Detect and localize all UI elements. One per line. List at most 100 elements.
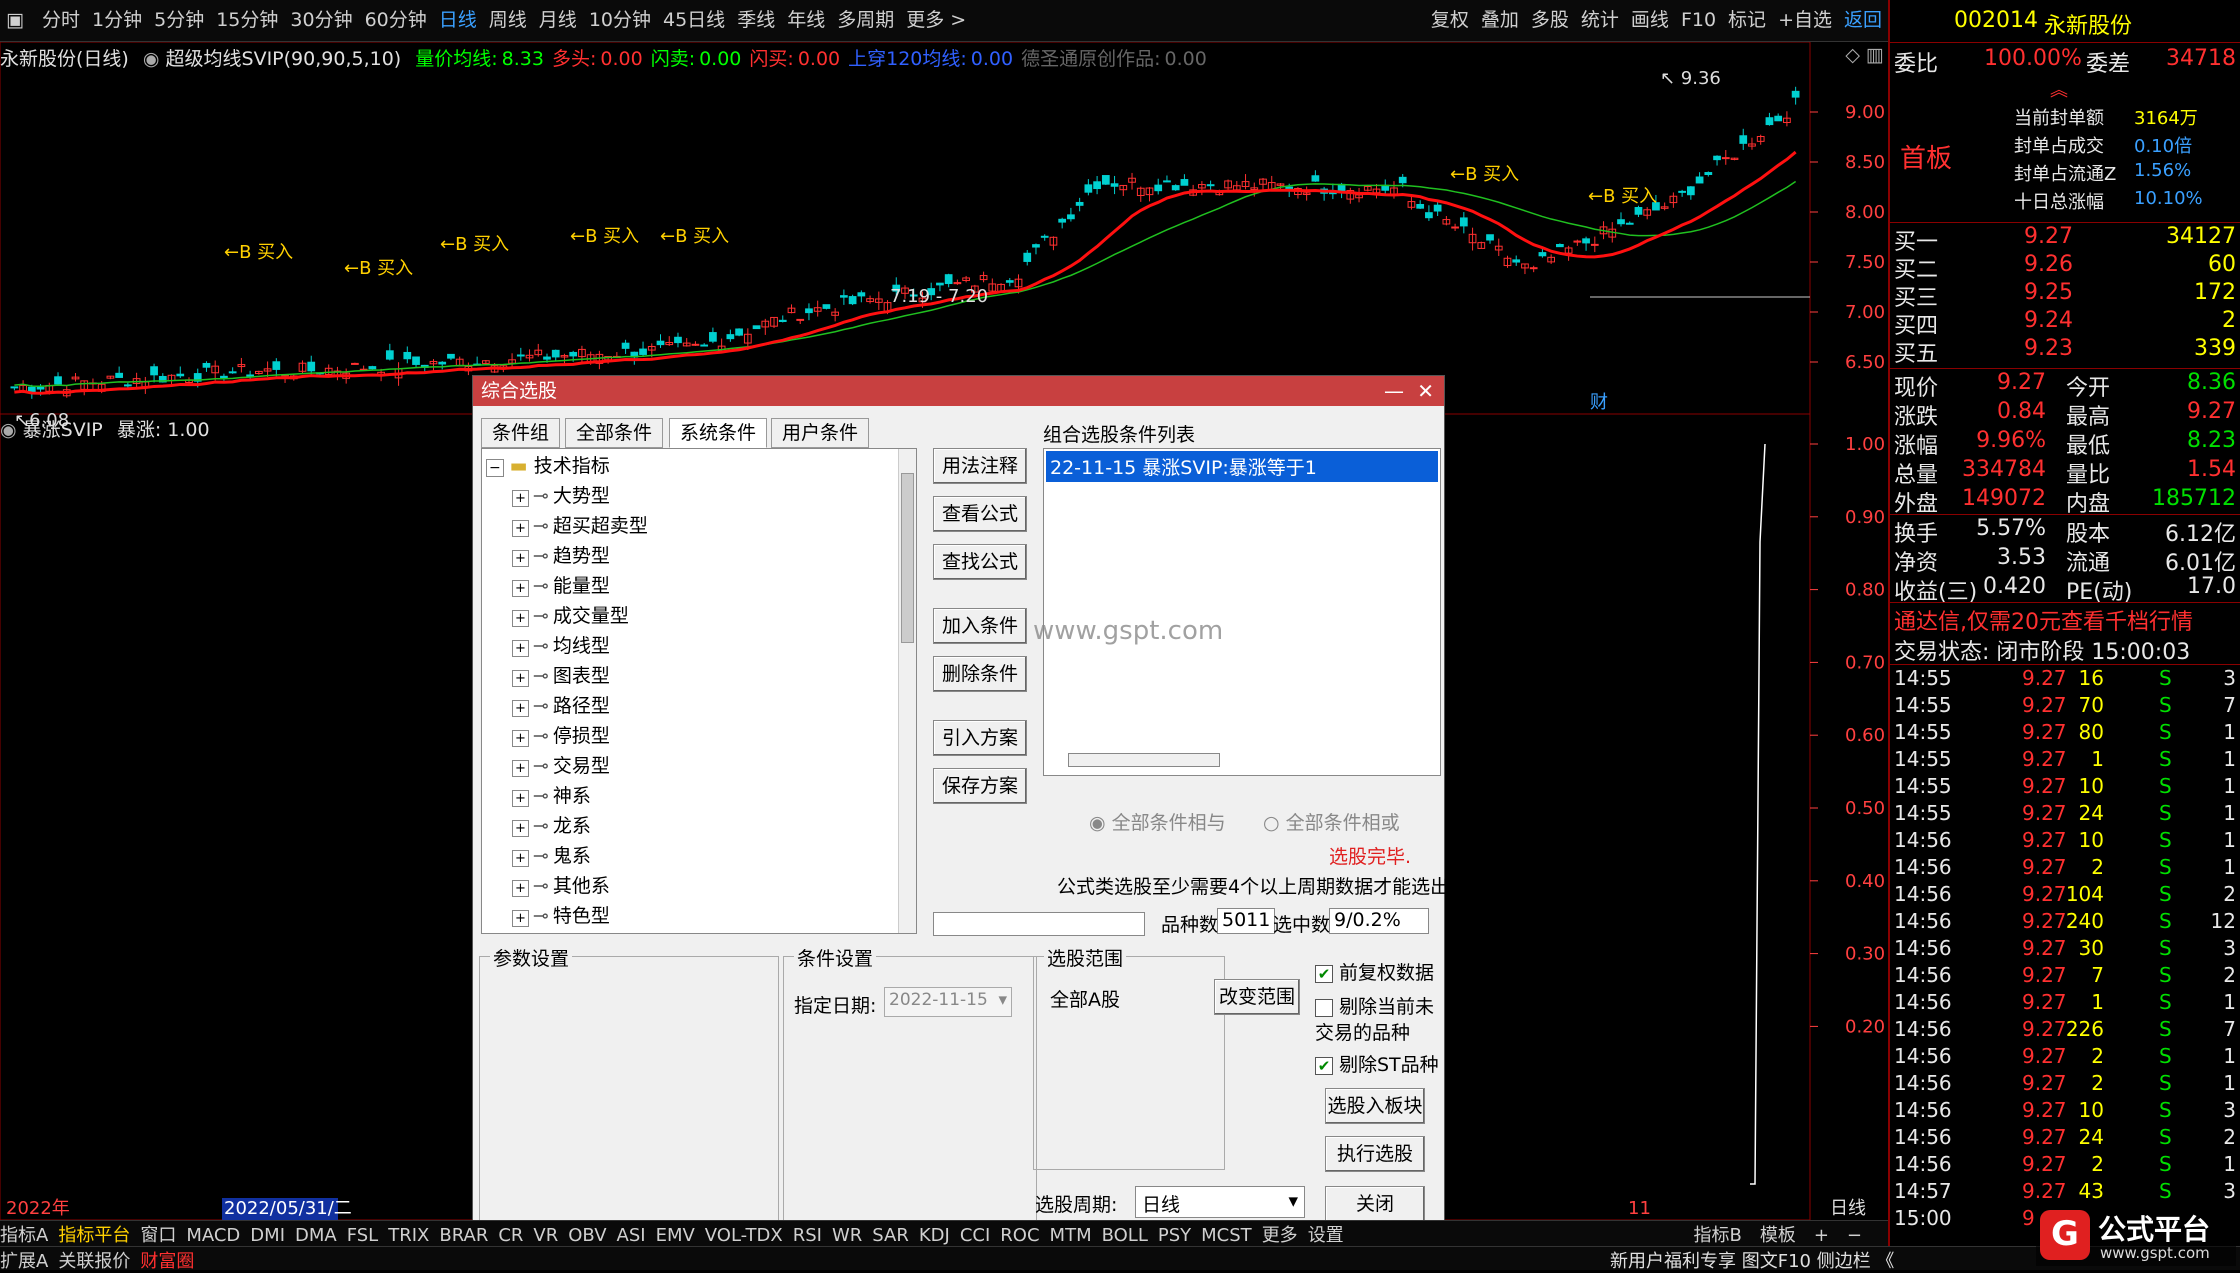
extension-tab[interactable]: 关联报价: [58, 1251, 130, 1272]
indicator-tab[interactable]: BOLL: [1102, 1225, 1148, 1246]
checkbox-checked-icon[interactable]: ✔: [1315, 964, 1333, 983]
indicator-tab[interactable]: RSI: [793, 1225, 822, 1246]
dialog-titlebar[interactable]: 综合选股 — ✕: [473, 376, 1444, 406]
radio-or[interactable]: ○ 全部条件相或: [1263, 808, 1400, 835]
condition-item[interactable]: 22-11-15 暴涨SVIP:暴涨等于1: [1046, 451, 1438, 482]
tree-node[interactable]: + ⊸ 均线型: [512, 631, 610, 661]
toolbar-button[interactable]: 标记: [1722, 0, 1772, 40]
toolbar-button[interactable]: 叠加: [1475, 0, 1525, 40]
dialog-tab[interactable]: 系统条件: [669, 418, 768, 448]
bid-row[interactable]: 买三 9.25 172: [1894, 280, 2236, 311]
toolbar-button[interactable]: 复权: [1425, 0, 1475, 40]
indicator-tab[interactable]: CR: [498, 1225, 523, 1246]
scroll-thumb[interactable]: [901, 473, 914, 643]
indicator-tab[interactable]: DMA: [295, 1225, 337, 1246]
list-hscroll[interactable]: [1068, 753, 1220, 767]
dialog-action-button[interactable]: 查看公式: [933, 496, 1027, 532]
chk-exclude-st[interactable]: ✔ 剔除ST品种: [1315, 1050, 1439, 1077]
period-tab[interactable]: 5分钟: [148, 0, 210, 40]
tree-root[interactable]: − ▬ 技术指标: [486, 451, 610, 481]
menu-icon[interactable]: ▣: [0, 0, 30, 40]
indicator-tab[interactable]: WR: [832, 1225, 862, 1246]
expand-node-icon[interactable]: +: [512, 910, 529, 927]
expand-icon[interactable]: ︽: [2050, 76, 2068, 102]
tree-node[interactable]: + ⊸ 神系: [512, 781, 591, 811]
checkbox-unchecked-icon[interactable]: [1315, 998, 1333, 1017]
toolbar-button[interactable]: +自选: [1772, 0, 1838, 40]
toolbar-button[interactable]: 多股: [1525, 0, 1575, 40]
period-tab[interactable]: 15分钟: [210, 0, 284, 40]
period-tab[interactable]: 季线: [731, 0, 781, 40]
period-tab[interactable]: 1分钟: [86, 0, 148, 40]
expand-node-icon[interactable]: +: [512, 790, 529, 807]
tree-node[interactable]: + ⊸ 特色型: [512, 901, 610, 931]
indicator-tab[interactable]: OBV: [568, 1225, 606, 1246]
tree-node[interactable]: + ⊸ 其他系: [512, 871, 610, 901]
tree-node[interactable]: + ⊸ 图表型: [512, 661, 610, 691]
sub-indicator-name[interactable]: 暴涨SVIP: [23, 419, 103, 441]
period-tab[interactable]: 分时: [36, 0, 86, 40]
ad-row[interactable]: 通达信,仅需20元查看千档行情: [1894, 604, 2236, 635]
indicator-tab[interactable]: PSY: [1158, 1225, 1191, 1246]
template-tab[interactable]: +: [1814, 1225, 1829, 1246]
chk-exclude-untraded[interactable]: 剔除当前未交易的品种: [1315, 994, 1445, 1046]
bid-row[interactable]: 买二 9.26 60: [1894, 252, 2236, 283]
sub-toggle-icon[interactable]: ◉: [0, 419, 17, 441]
period-tab[interactable]: 更多 >: [900, 0, 972, 40]
to-block-button[interactable]: 选股入板块: [1325, 1088, 1425, 1124]
execute-button[interactable]: 执行选股: [1325, 1136, 1425, 1172]
dialog-tab[interactable]: 用户条件: [771, 418, 870, 448]
toolbar-button[interactable]: F10: [1675, 0, 1722, 40]
dialog-action-button[interactable]: 引入方案: [933, 720, 1027, 756]
expand-node-icon[interactable]: +: [512, 550, 529, 567]
template-tab[interactable]: 模板: [1760, 1225, 1796, 1246]
extension-tab[interactable]: 扩展A: [0, 1251, 48, 1272]
period-tab[interactable]: 月线: [533, 0, 583, 40]
promo-links[interactable]: 新用户福利专享 图文F10 侧边栏 《: [1610, 1247, 1894, 1273]
expand-node-icon[interactable]: +: [512, 880, 529, 897]
expand-node-icon[interactable]: +: [512, 730, 529, 747]
expand-node-icon[interactable]: +: [512, 580, 529, 597]
expand-node-icon[interactable]: +: [512, 670, 529, 687]
indicator-tab[interactable]: VR: [533, 1225, 558, 1246]
indicator-tab[interactable]: MACD: [186, 1225, 240, 1246]
expand-node-icon[interactable]: +: [512, 850, 529, 867]
period-tab[interactable]: 多周期: [831, 0, 900, 40]
dialog-action-button[interactable]: 保存方案: [933, 768, 1027, 804]
indicator-tab[interactable]: MTM: [1050, 1225, 1092, 1246]
expand-node-icon[interactable]: +: [512, 640, 529, 657]
indicator-tab[interactable]: 指标A: [0, 1225, 48, 1246]
indicator-tree[interactable]: − ▬ 技术指标 + ⊸ 大势型 + ⊸ 超买超卖型 + ⊸ 趋势型 + ⊸ 能量型 + ⊸ 成交量型 + ⊸ 均…: [481, 448, 917, 934]
indicator-tab[interactable]: FSL: [347, 1225, 379, 1246]
template-tab[interactable]: −: [1847, 1225, 1862, 1246]
dialog-action-button[interactable]: 删除条件: [933, 656, 1027, 692]
toolbar-button[interactable]: 返回: [1838, 0, 1888, 40]
tree-node[interactable]: + ⊸ 停损型: [512, 721, 610, 751]
expand-node-icon[interactable]: +: [512, 610, 529, 627]
period-tab[interactable]: 30分钟: [284, 0, 358, 40]
collapse-icon[interactable]: −: [486, 459, 504, 477]
period-tab[interactable]: 10分钟: [583, 0, 657, 40]
period-select[interactable]: 日线 ▾: [1135, 1186, 1305, 1218]
indicator-tab[interactable]: MCST: [1201, 1225, 1252, 1246]
indicator-tab[interactable]: KDJ: [919, 1225, 950, 1246]
condition-list[interactable]: 22-11-15 暴涨SVIP:暴涨等于1: [1043, 448, 1441, 776]
indicator-tab[interactable]: ROC: [1000, 1225, 1039, 1246]
dialog-tab[interactable]: 条件组: [481, 418, 561, 448]
radio-and[interactable]: ◉ 全部条件相与: [1089, 808, 1226, 835]
tree-node[interactable]: + ⊸ 成交量型: [512, 601, 629, 631]
extension-tab[interactable]: 财富圈: [140, 1251, 194, 1272]
chk-fuquan[interactable]: ✔ 前复权数据: [1315, 958, 1434, 985]
dropdown-icon[interactable]: ▾: [1288, 1190, 1298, 1212]
expand-node-icon[interactable]: +: [512, 520, 529, 537]
indicator-tab[interactable]: 指标平台: [58, 1225, 130, 1246]
dialog-tab[interactable]: 全部条件: [565, 418, 664, 448]
dialog-action-button[interactable]: 用法注释: [933, 448, 1027, 484]
expand-node-icon[interactable]: +: [512, 820, 529, 837]
close-button[interactable]: 关闭: [1325, 1186, 1425, 1222]
tree-node[interactable]: + ⊸ 路径型: [512, 691, 610, 721]
dialog-action-button[interactable]: 加入条件: [933, 608, 1027, 644]
tree-node[interactable]: + ⊸ 趋势型: [512, 541, 610, 571]
indicator-tab[interactable]: CCI: [960, 1225, 990, 1246]
tree-scrollbar[interactable]: [898, 449, 916, 933]
